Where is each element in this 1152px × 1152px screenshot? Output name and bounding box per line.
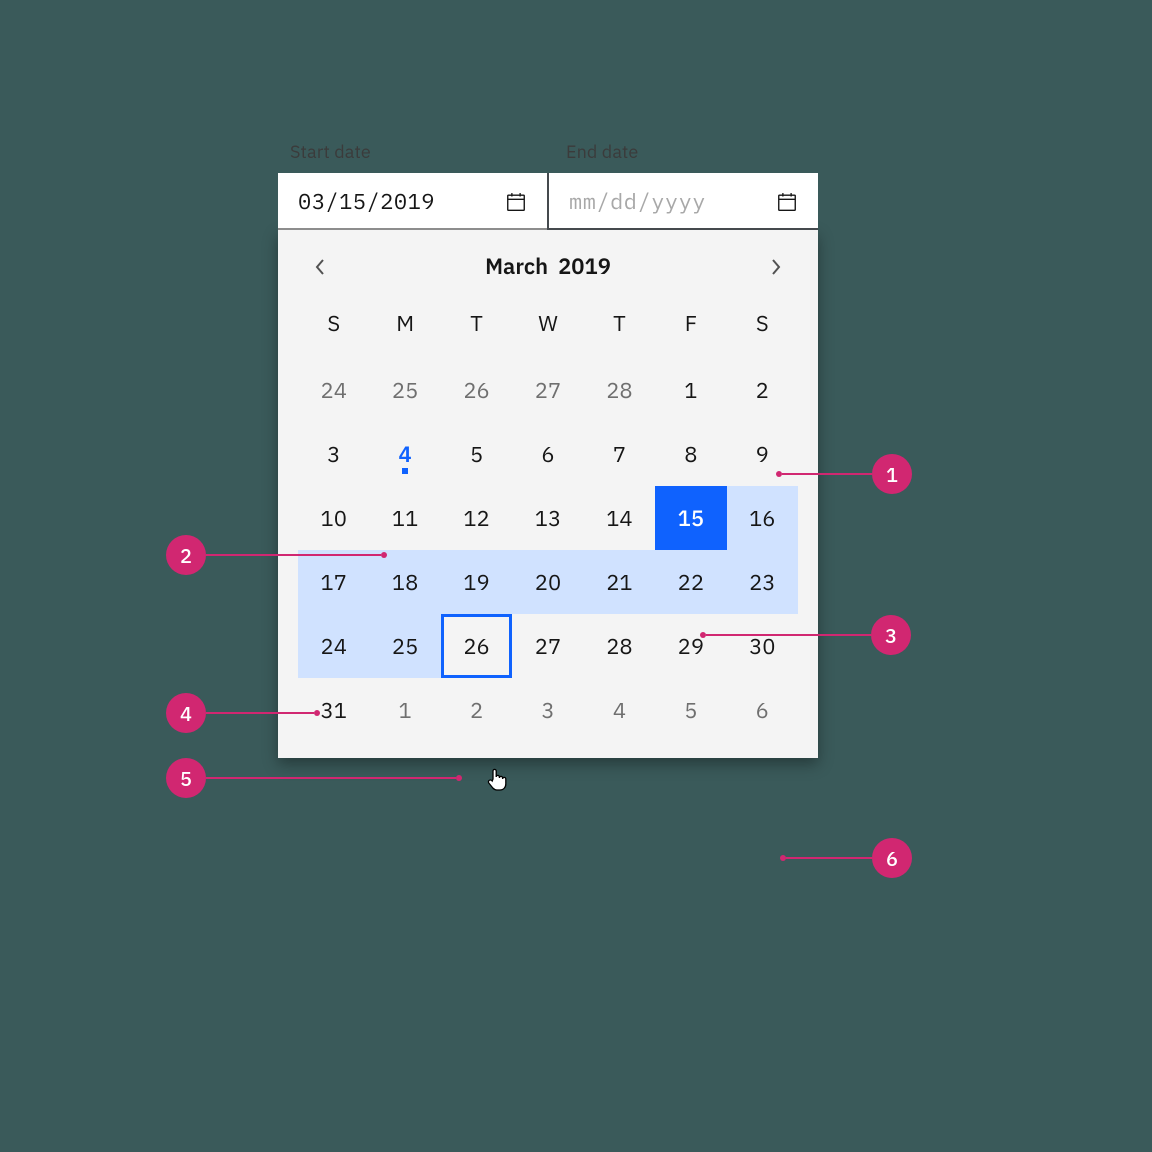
calendar-day[interactable]: 10 [298,486,369,550]
calendar-day[interactable]: 31 [298,678,369,742]
calendar-day[interactable]: 4 [369,422,440,486]
calendar-day[interactable]: 19 [441,550,512,614]
annotation-badge: 4 [166,693,206,733]
calendar-day[interactable]: 29 [655,614,726,678]
annotation-badge: 3 [871,615,911,655]
year: 2019 [558,252,611,281]
weekday-label: M [369,299,440,358]
calendar-day[interactable]: 27 [512,614,583,678]
end-date-placeholder: mm/dd/yyyy [569,187,706,216]
calendar-day[interactable]: 27 [512,358,583,422]
date-inputs: 03/15/2019 mm/dd/yyyy [278,173,818,230]
weekday-label: T [441,299,512,358]
calendar-day[interactable]: 2 [441,678,512,742]
calendar-day[interactable]: 20 [512,550,583,614]
calendar-day[interactable]: 9 [727,422,798,486]
month-name: March [485,252,548,281]
calendar-day[interactable]: 15 [655,486,726,550]
weekday-header: SMTWTFS [298,299,798,358]
calendar-day[interactable]: 16 [727,486,798,550]
calendar-day[interactable]: 18 [369,550,440,614]
calendar-day[interactable]: 30 [727,614,798,678]
calendar-day[interactable]: 3 [512,678,583,742]
weekday-label: S [727,299,798,358]
calendar-day[interactable]: 5 [441,422,512,486]
weekday-label: T [584,299,655,358]
calendar-day[interactable]: 26 [441,614,512,678]
calendar-day[interactable]: 11 [369,486,440,550]
calendar-day[interactable]: 24 [298,614,369,678]
field-labels: Start date End date [278,140,818,163]
calendar-day[interactable]: 23 [727,550,798,614]
calendar-day[interactable]: 5 [655,678,726,742]
calendar-icon [505,191,527,213]
start-date-label: Start date [290,140,542,163]
calendar-day[interactable]: 25 [369,358,440,422]
start-date-input[interactable]: 03/15/2019 [278,173,547,230]
days-grid: 2425262728123456789101112131415161718192… [298,358,798,742]
month-year-label[interactable]: March 2019 [485,252,611,281]
calendar-panel: March 2019 SMTWTFS 242526272812345678910… [278,230,818,758]
calendar-icon [776,191,798,213]
prev-month-button[interactable] [306,253,334,281]
weekday-label: F [655,299,726,358]
calendar-day[interactable]: 26 [441,358,512,422]
annotation-badge: 6 [872,838,912,878]
annotation-badge: 1 [872,454,912,494]
start-date-value: 03/15/2019 [298,187,435,216]
calendar-day[interactable]: 17 [298,550,369,614]
calendar-day[interactable]: 12 [441,486,512,550]
calendar-day[interactable]: 1 [369,678,440,742]
calendar-day[interactable]: 6 [512,422,583,486]
annotation-6: 6 [780,838,912,878]
end-date-label: End date [566,140,818,163]
calendar-day[interactable]: 28 [584,358,655,422]
calendar-day[interactable]: 6 [727,678,798,742]
calendar-day[interactable]: 28 [584,614,655,678]
calendar-day[interactable]: 2 [727,358,798,422]
pointer-cursor-icon [486,766,508,792]
calendar-day[interactable]: 24 [298,358,369,422]
annotation-5: 5 [166,758,462,798]
calendar-day[interactable]: 1 [655,358,726,422]
calendar-day[interactable]: 25 [369,614,440,678]
calendar-day[interactable]: 22 [655,550,726,614]
annotation-badge: 5 [166,758,206,798]
weekday-label: W [512,299,583,358]
calendar-day[interactable]: 21 [584,550,655,614]
date-range-picker: Start date End date 03/15/2019 mm/dd/yyy… [278,140,818,758]
calendar-day[interactable]: 4 [584,678,655,742]
end-date-input[interactable]: mm/dd/yyyy [549,173,818,230]
weekday-label: S [298,299,369,358]
calendar-day[interactable]: 14 [584,486,655,550]
calendar-day[interactable]: 3 [298,422,369,486]
calendar-day[interactable]: 7 [584,422,655,486]
next-month-button[interactable] [762,253,790,281]
calendar-day[interactable]: 13 [512,486,583,550]
calendar-day[interactable]: 8 [655,422,726,486]
month-nav: March 2019 [298,240,798,299]
annotation-badge: 2 [166,535,206,575]
